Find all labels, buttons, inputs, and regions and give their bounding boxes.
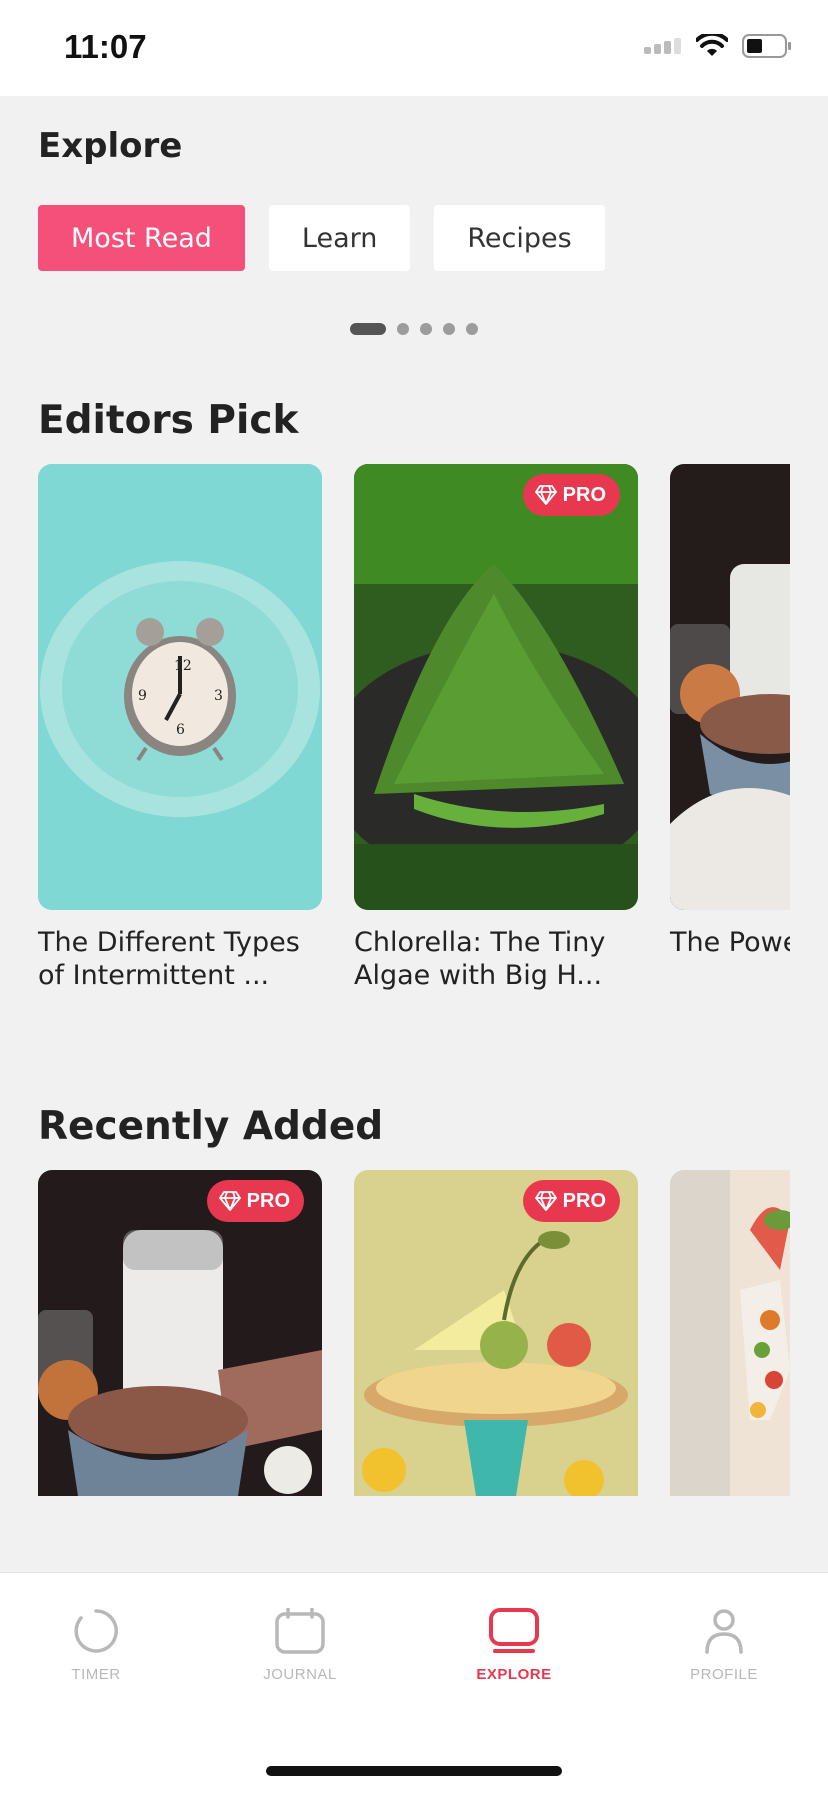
calendar-icon xyxy=(275,1607,325,1654)
article-card[interactable]: The Powe How Lean xyxy=(670,464,790,959)
tab-explore[interactable]: EXPLORE xyxy=(434,1608,594,1683)
tab-label: JOURNAL xyxy=(263,1666,337,1683)
svg-text:9: 9 xyxy=(138,688,147,704)
article-image-milk-chocolate: PRO xyxy=(38,1170,322,1496)
article-card[interactable]: 12 3 6 9 The Different Types of Intermit… xyxy=(38,464,322,992)
tab-label: PROFILE xyxy=(690,1666,758,1683)
article-card[interactable] xyxy=(670,1170,790,1496)
bottom-tab-bar: TIMER JOURNAL EXPLORE PROFILE xyxy=(0,1572,828,1793)
tab-timer[interactable]: TIMER xyxy=(16,1608,176,1683)
article-image-protein-powder xyxy=(670,464,790,910)
article-card[interactable]: PRO xyxy=(38,1170,322,1496)
svg-text:12: 12 xyxy=(174,658,192,674)
tab-label: EXPLORE xyxy=(476,1666,552,1683)
article-card[interactable]: PRO xyxy=(354,1170,638,1496)
article-image-fruit-figure xyxy=(670,1170,790,1496)
home-indicator[interactable] xyxy=(266,1766,562,1776)
editors-pick-title: Editors Pick xyxy=(38,398,299,443)
pro-label: PRO xyxy=(562,1189,606,1212)
timer-icon xyxy=(74,1609,118,1653)
pro-badge: PRO xyxy=(522,474,620,516)
recently-added-title: Recently Added xyxy=(38,1104,384,1149)
article-image-green-powder: PRO xyxy=(354,464,638,910)
pro-label: PRO xyxy=(246,1189,290,1212)
article-card[interactable]: PRO Chlorella: The Tiny Algae with Big H… xyxy=(354,464,638,992)
svg-text:6: 6 xyxy=(176,722,185,738)
pro-badge: PRO xyxy=(522,1180,620,1222)
tab-profile[interactable]: PROFILE xyxy=(644,1608,804,1683)
diamond-icon xyxy=(218,1191,241,1211)
article-title: Chlorella: The Tiny Algae with Big H... xyxy=(354,927,606,991)
article-title: The Different Types of Intermittent ... xyxy=(38,927,300,991)
pro-label: PRO xyxy=(562,483,606,506)
article-title: The Powe How Lean xyxy=(670,927,790,958)
tab-label: TIMER xyxy=(71,1666,121,1683)
article-image-fruit-pizza: PRO xyxy=(354,1170,638,1496)
diamond-icon xyxy=(534,485,557,505)
diamond-icon xyxy=(534,1191,557,1211)
tab-journal[interactable]: JOURNAL xyxy=(220,1607,380,1683)
pro-badge: PRO xyxy=(206,1180,304,1222)
profile-icon xyxy=(705,1609,743,1654)
explore-icon xyxy=(489,1608,539,1653)
article-image-alarm-clock: 12 3 6 9 xyxy=(38,464,322,910)
svg-text:3: 3 xyxy=(214,688,223,704)
content-clip: Editors Pick 12 3 6 9 The Different Type… xyxy=(0,0,790,1792)
